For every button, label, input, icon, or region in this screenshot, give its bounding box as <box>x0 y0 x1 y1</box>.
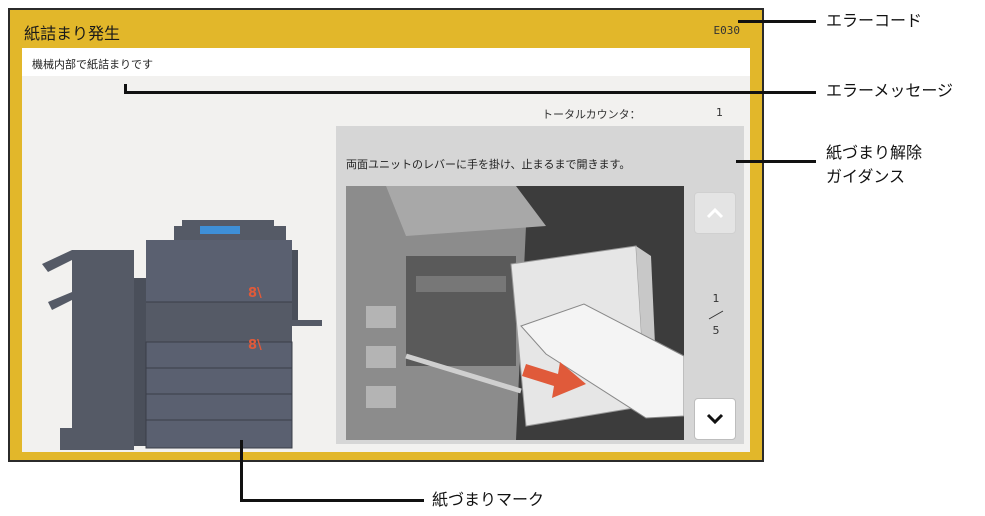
callout-line-guidance <box>736 160 816 163</box>
callout-line-jam-h <box>240 499 424 502</box>
jam-mark: 8\ <box>248 286 262 301</box>
jam-guidance-panel: 両面ユニットのレバーに手を掛け、止まるまで開きます。 1 5 <box>336 126 744 444</box>
callout-error-code: エラーコード <box>826 11 923 30</box>
panel-body: 機械内部で紙詰まりです トータルカウンタ： 1 8\ 8\ 両面ユニットのレバー… <box>22 48 750 452</box>
guidance-photo <box>346 186 684 440</box>
chevron-down-icon <box>706 413 724 425</box>
page-total: 5 <box>712 324 720 337</box>
total-counter-value: 1 <box>716 106 723 119</box>
page-current: 1 <box>712 292 720 305</box>
error-code: E030 <box>713 24 741 37</box>
panel-title: 紙詰まり発生 <box>24 24 121 43</box>
total-counter-label: トータルカウンタ： <box>542 108 641 121</box>
callout-line-message-h <box>124 91 816 94</box>
page-divider <box>708 310 724 320</box>
chevron-up-icon <box>706 207 724 219</box>
scroll-up-button[interactable] <box>694 192 736 234</box>
callout-guidance-line1: 紙づまり解除 <box>826 143 923 162</box>
duplex-unit-photo-icon <box>346 186 684 440</box>
callout-error-message: エラーメッセージ <box>826 81 954 100</box>
error-message: 機械内部で紙詰まりです <box>32 58 153 71</box>
guidance-instruction: 両面ユニットのレバーに手を掛け、止まるまで開きます。 <box>346 158 631 171</box>
jam-mark: 8\ <box>248 338 262 353</box>
scroll-down-button[interactable] <box>694 398 736 440</box>
callout-line-error-code <box>738 20 816 23</box>
message-bar: 機械内部で紙詰まりです <box>22 48 750 76</box>
jam-panel: 紙詰まり発生 E030 機械内部で紙詰まりです トータルカウンタ： 1 8\ 8… <box>8 8 764 462</box>
printer-illustration: 8\ 8\ <box>42 220 342 450</box>
callout-line-jam-v <box>240 440 243 502</box>
callout-jam-mark: 紙づまりマーク <box>432 490 545 509</box>
mfp-printer-icon <box>42 220 322 450</box>
callout-guidance-line2: ガイダンス <box>826 167 906 186</box>
